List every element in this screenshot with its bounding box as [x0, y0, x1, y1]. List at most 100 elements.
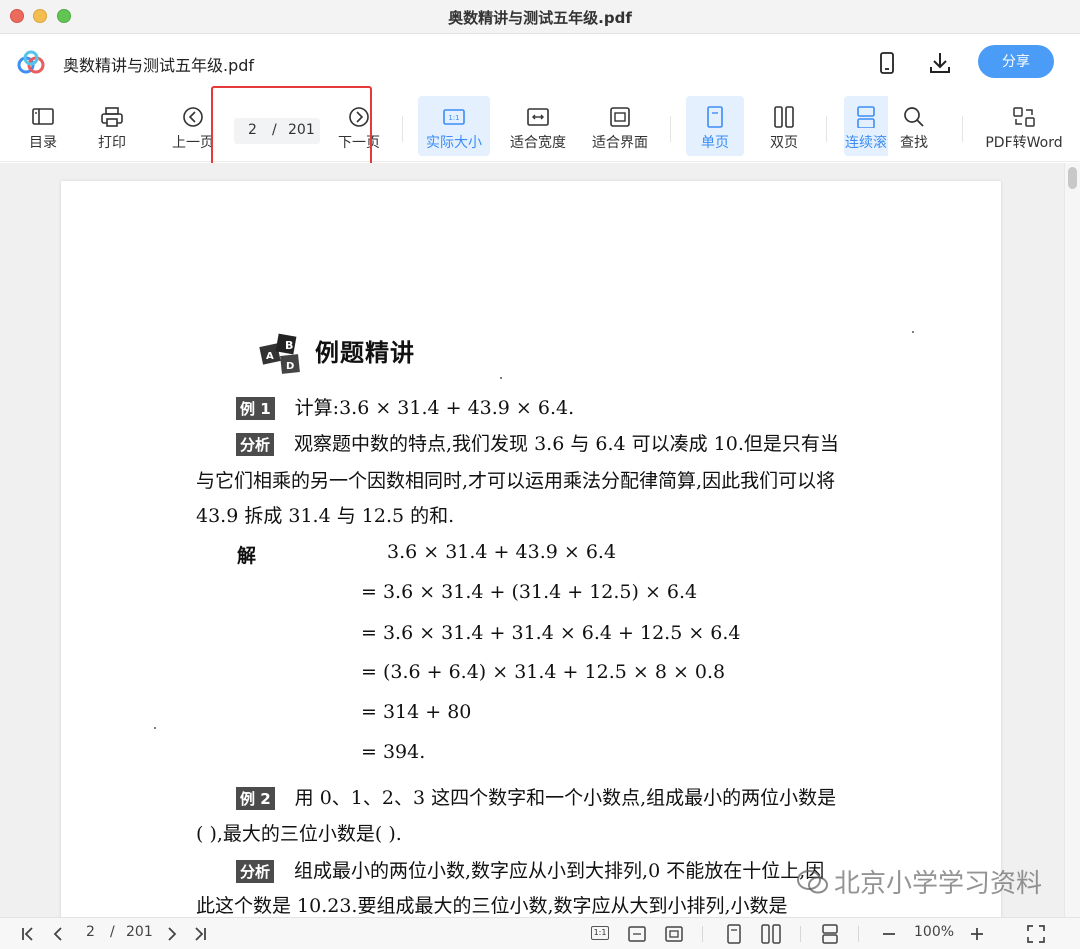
- analysis-1-line-3: 43.9 拆成 31.4 与 12.5 的和.: [196, 505, 455, 527]
- analysis-1-text-1: 观察题中数的特点,我们发现 3.6 与 6.4 可以凑成 10.但是只有当: [294, 433, 839, 455]
- app-window: 奥数精讲与测试五年级.pdf 奥数精讲与测试五年级.pdf 分享 目录 打印 上…: [0, 0, 1080, 949]
- solution-step-1: 3.6 × 31.4 + 43.9 × 6.4: [387, 541, 617, 563]
- status-continuous-icon[interactable]: [820, 924, 840, 944]
- prev-page-small-icon[interactable]: [48, 924, 68, 944]
- title-bar: 奥数精讲与测试五年级.pdf: [0, 0, 1080, 34]
- analysis-2-line-1: 分析 组成最小的两位小数,数字应从小到大排列,0 不能放在十位上,因: [236, 856, 824, 883]
- prev-page-icon: [183, 107, 203, 127]
- print-button[interactable]: 打印: [92, 96, 132, 156]
- double-page-label: 双页: [770, 135, 798, 151]
- continuous-scroll-label: 连续滚: [845, 135, 887, 151]
- continuous-scroll-button[interactable]: 连续滚: [844, 96, 888, 156]
- svg-text:A: A: [266, 351, 274, 362]
- first-page-icon[interactable]: [18, 924, 38, 944]
- status-current-page[interactable]: 2: [86, 924, 95, 944]
- toolbar-divider: [826, 116, 827, 142]
- pdf-to-word-button[interactable]: PDF转Word: [984, 96, 1064, 156]
- toolbar-divider: [962, 116, 963, 142]
- toolbar-divider: [402, 116, 403, 142]
- abc-blocks-icon: B A D: [259, 333, 300, 374]
- status-fit-page-icon[interactable]: [664, 924, 684, 944]
- solution-step-5: = 314 + 80: [361, 701, 472, 723]
- fit-width-button[interactable]: 适合宽度: [506, 96, 570, 156]
- watermark: 北京小学学习资料: [796, 863, 1042, 900]
- single-page-label: 单页: [701, 135, 729, 151]
- example-1: 例 1 计算:3.6 × 31.4 + 43.9 × 6.4.: [236, 393, 574, 420]
- fullscreen-icon[interactable]: [1026, 924, 1046, 944]
- heading-text: 例题精讲: [315, 339, 415, 367]
- toolbar-divider: [670, 116, 671, 142]
- analysis-1-tag: 分析: [236, 433, 275, 456]
- pdf-to-word-icon: [1013, 107, 1035, 127]
- status-total-pages: 201: [126, 924, 153, 940]
- toolbar: 目录 打印 上一页 2 / 201 下一页 1:1 实际大小 适合宽度 适合界面…: [0, 92, 1080, 162]
- fit-page-icon: [610, 107, 630, 127]
- find-button[interactable]: 查找: [892, 96, 936, 156]
- zoom-level: 100%: [914, 924, 955, 940]
- prev-page-label: 上一页: [172, 135, 214, 151]
- prev-page-button[interactable]: 上一页: [170, 96, 216, 156]
- zoom-out-icon[interactable]: [880, 924, 898, 944]
- status-divider: [858, 926, 859, 942]
- search-icon: [904, 107, 924, 127]
- status-divider: [702, 926, 703, 942]
- document-viewer[interactable]: B A D 例题精讲 例 1 计算:3.6 × 31.4 + 43.9 × 6.4…: [0, 163, 1080, 917]
- scan-speck: [500, 377, 502, 379]
- fit-width-label: 适合宽度: [510, 135, 566, 151]
- svg-text:B: B: [285, 339, 293, 352]
- single-page-icon: [707, 106, 723, 128]
- pdf-page: B A D 例题精讲 例 1 计算:3.6 × 31.4 + 43.9 × 6.4…: [61, 181, 1001, 917]
- status-double-page-icon[interactable]: [760, 924, 782, 944]
- actual-size-label: 实际大小: [426, 135, 482, 151]
- window-title: 奥数精讲与测试五年级.pdf: [448, 9, 632, 27]
- solution-step-3: = 3.6 × 31.4 + 31.4 × 6.4 + 12.5 × 6.4: [361, 622, 741, 644]
- double-page-button[interactable]: 双页: [762, 96, 806, 156]
- solution-step-4: = (3.6 + 6.4) × 31.4 + 12.5 × 8 × 0.8: [361, 661, 726, 683]
- next-page-small-icon[interactable]: [162, 924, 182, 944]
- example-1-tag: 例 1: [236, 397, 275, 420]
- solution-step-2: = 3.6 × 31.4 + (31.4 + 12.5) × 6.4: [361, 581, 698, 603]
- fit-width-icon: [527, 108, 549, 126]
- actual-size-button[interactable]: 1:1 实际大小: [418, 96, 490, 156]
- single-page-button[interactable]: 单页: [686, 96, 744, 156]
- phone-icon[interactable]: [874, 50, 900, 76]
- actual-size-icon: 1:1: [443, 109, 465, 125]
- status-page-separator: /: [110, 924, 115, 940]
- fit-page-label: 适合界面: [592, 135, 648, 151]
- zoom-in-icon[interactable]: [968, 924, 986, 944]
- print-icon: [101, 107, 123, 127]
- example-2-text-1: 用 0、1、2、3 这四个数字和一个小数点,组成最小的两位小数是: [294, 787, 837, 809]
- double-page-icon: [774, 106, 794, 128]
- analysis-2-line-2: 此这个数是 10.23.要组成最大的三位小数,数字应从大到小排列,小数是: [196, 895, 788, 917]
- status-single-page-icon[interactable]: [724, 924, 744, 944]
- share-button[interactable]: 分享: [978, 45, 1054, 78]
- document-filename: 奥数精讲与测试五年级.pdf: [63, 56, 255, 75]
- download-icon[interactable]: [927, 50, 953, 76]
- solution-step-6: = 394.: [361, 741, 426, 763]
- pdf-to-word-label: PDF转Word: [985, 135, 1063, 151]
- example-2-line-1: 例 2 用 0、1、2、3 这四个数字和一个小数点,组成最小的两位小数是: [236, 783, 836, 810]
- scrollbar-thumb[interactable]: [1068, 167, 1077, 189]
- app-header: 奥数精讲与测试五年级.pdf 分享: [0, 34, 1080, 92]
- app-logo-icon: [17, 50, 45, 74]
- fit-page-button[interactable]: 适合界面: [588, 96, 652, 156]
- solution-label: 解: [237, 545, 257, 567]
- status-actual-size-button[interactable]: 1:1: [591, 926, 609, 940]
- print-label: 打印: [98, 135, 126, 151]
- scan-speck: [154, 727, 156, 729]
- continuous-icon: [857, 106, 875, 128]
- status-fit-width-icon[interactable]: [627, 924, 647, 944]
- last-page-icon[interactable]: [190, 924, 210, 944]
- analysis-1-line-2: 与它们相乘的另一个因数相同时,才可以运用乘法分配律简算,因此我们可以将: [196, 470, 836, 492]
- watermark-text: 北京小学学习资料: [834, 869, 1043, 899]
- analysis-2-tag: 分析: [236, 860, 275, 883]
- example-2-line-2: ( ),最大的三位小数是( ).: [196, 823, 402, 845]
- toc-button[interactable]: 目录: [22, 96, 64, 156]
- analysis-2-text-1: 组成最小的两位小数,数字应从小到大排列,0 不能放在十位上,因: [294, 860, 825, 882]
- find-label: 查找: [900, 135, 928, 151]
- status-divider: [800, 926, 801, 942]
- scan-speck: [912, 331, 914, 333]
- vertical-scrollbar[interactable]: [1064, 163, 1080, 917]
- analysis-1-line-1: 分析 观察题中数的特点,我们发现 3.6 与 6.4 可以凑成 10.但是只有当: [236, 429, 839, 456]
- example-2-tag: 例 2: [236, 787, 275, 810]
